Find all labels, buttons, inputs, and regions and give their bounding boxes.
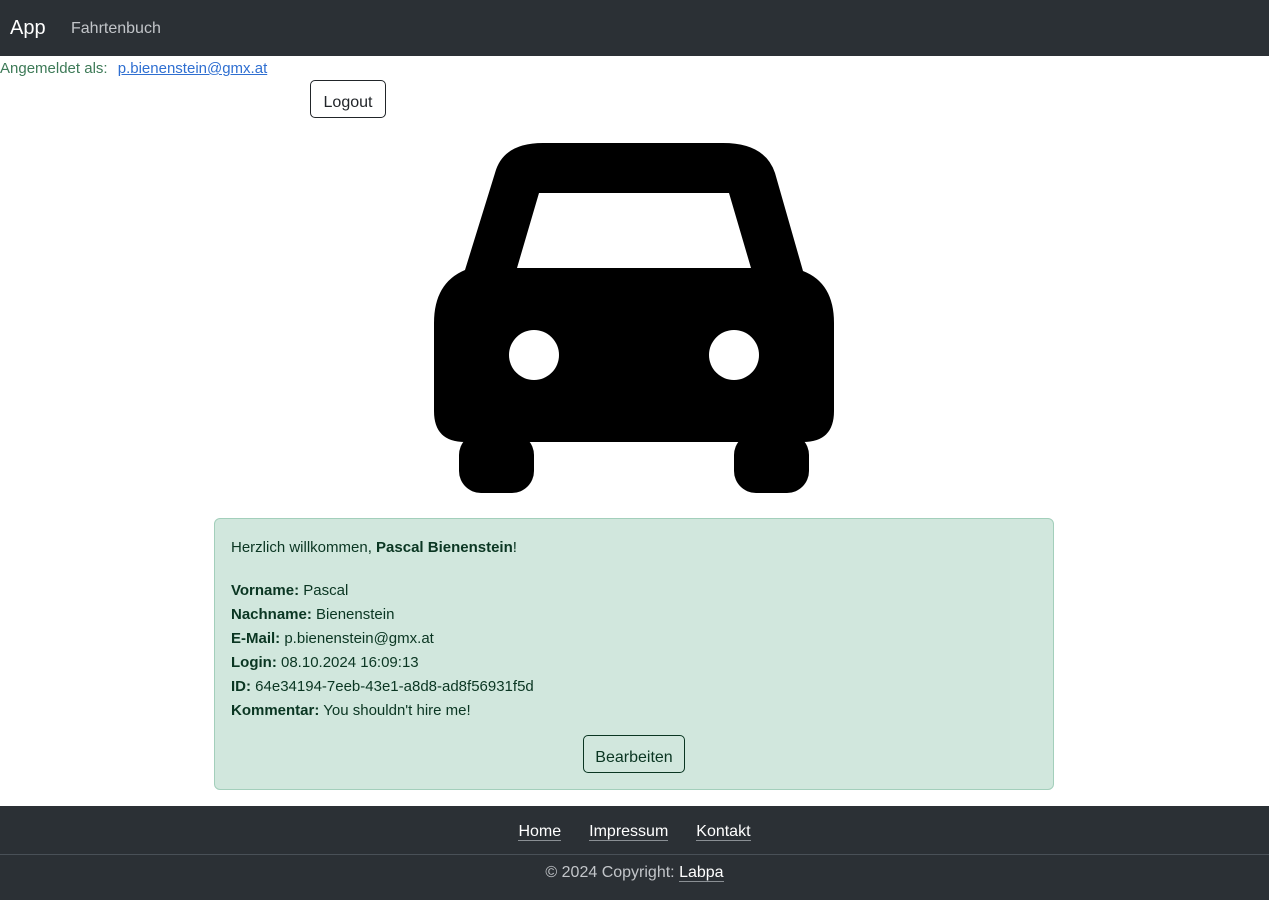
footer-link-kontakt[interactable]: Kontakt xyxy=(696,823,751,841)
footer-nav: Home Impressum Kontakt xyxy=(0,822,1269,842)
welcome-message: Herzlich willkommen, Pascal Bienenstein! xyxy=(231,539,517,557)
logout-button[interactable]: Logout xyxy=(310,80,386,118)
brand-link[interactable]: App xyxy=(10,15,46,41)
top-navbar: App Fahrtenbuch xyxy=(0,0,1269,56)
edit-profile-button[interactable]: Bearbeiten xyxy=(583,735,685,773)
copyright-text: © 2024 Copyright: Labpa xyxy=(0,863,1269,883)
detail-row-kommentar: Kommentar: You shouldn't hire me! xyxy=(231,699,534,723)
detail-label: E-Mail: xyxy=(231,630,281,647)
profile-details: Vorname: Pascal Nachname: Bienenstein E-… xyxy=(231,579,534,723)
footer-link-impressum[interactable]: Impressum xyxy=(589,823,669,841)
detail-value: You shouldn't hire me! xyxy=(323,702,471,719)
detail-value: p.bienenstein@gmx.at xyxy=(284,630,434,647)
detail-label: Kommentar: xyxy=(231,702,320,719)
copyright-prefix: © 2024 Copyright: xyxy=(545,864,675,881)
detail-label: Vorname: xyxy=(231,582,300,599)
page-footer: Home Impressum Kontakt © 2024 Copyright: L… xyxy=(0,806,1269,900)
detail-row-login: Login: 08.10.2024 16:09:13 xyxy=(231,651,534,675)
detail-row-nachname: Nachname: Bienenstein xyxy=(231,603,534,627)
welcome-prefix: Herzlich willkommen, xyxy=(231,539,377,556)
profile-card: Herzlich willkommen, Pascal Bienenstein!… xyxy=(214,518,1054,790)
nav-link-fahrtenbuch[interactable]: Fahrtenbuch xyxy=(71,19,161,39)
detail-row-email: E-Mail: p.bienenstein@gmx.at xyxy=(231,627,534,651)
welcome-user-name: Pascal Bienenstein xyxy=(376,539,513,556)
detail-row-vorname: Vorname: Pascal xyxy=(231,579,534,603)
detail-label: Nachname: xyxy=(231,606,312,623)
logged-in-label: Angemeldet als: xyxy=(0,60,108,77)
detail-label: Login: xyxy=(231,654,277,671)
detail-value: 64e34194-7eeb-43e1-a8d8-ad8f56931f5d xyxy=(255,678,534,695)
copyright-owner-link[interactable]: Labpa xyxy=(679,864,724,882)
detail-value: Bienenstein xyxy=(316,606,395,623)
footer-link-home[interactable]: Home xyxy=(518,823,562,841)
footer-divider xyxy=(0,854,1269,855)
detail-row-id: ID: 64e34194-7eeb-43e1-a8d8-ad8f56931f5d xyxy=(231,675,534,699)
welcome-suffix: ! xyxy=(512,539,517,556)
detail-value: Pascal xyxy=(303,582,349,599)
logged-in-status: Angemeldet als: p.bienenstein@gmx.at xyxy=(0,60,267,78)
user-email-link[interactable]: p.bienenstein@gmx.at xyxy=(118,60,267,77)
detail-value: 08.10.2024 16:09:13 xyxy=(281,654,419,671)
detail-label: ID: xyxy=(231,678,251,695)
car-icon xyxy=(434,143,834,493)
